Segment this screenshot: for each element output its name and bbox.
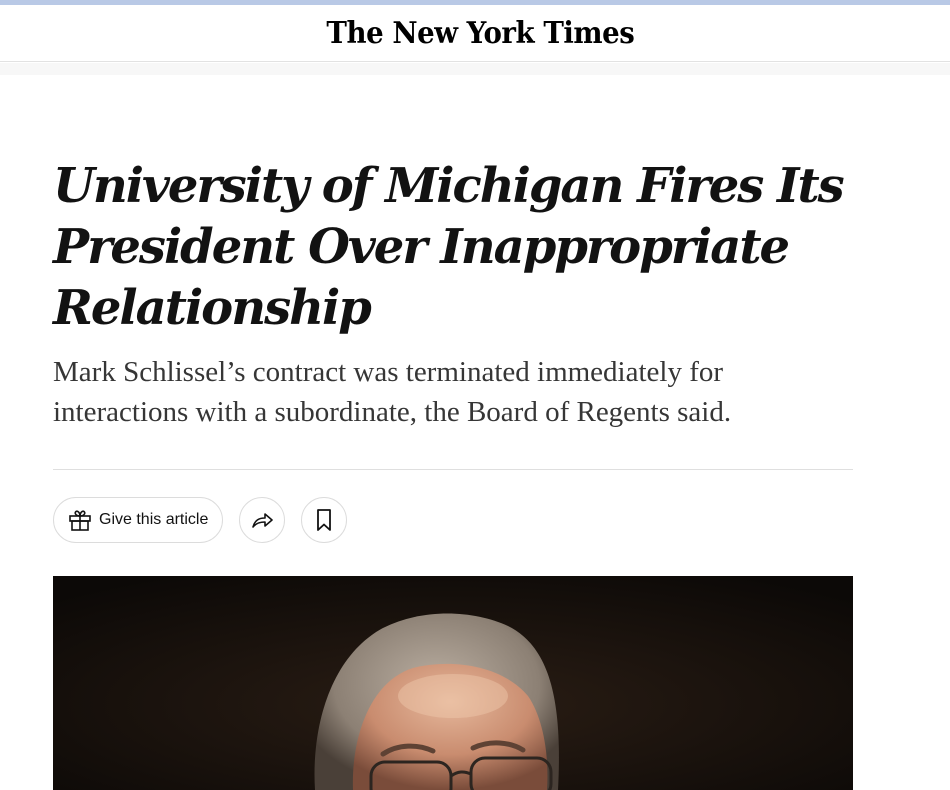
article-headline: University of Michigan Fires Its Preside… [53,158,845,336]
share-tools: Give this article [53,497,348,543]
divider [53,469,853,470]
masthead: The New York Times [0,5,950,62]
portrait-illustration [53,576,853,790]
share-icon [249,507,275,533]
gift-icon [67,507,93,533]
article-hero-photo[interactable] [53,576,853,790]
share-button[interactable] [239,497,286,543]
give-article-button[interactable]: Give this article [53,497,224,543]
give-article-label: Give this article [99,511,209,528]
article-summary: Mark Schlissel’s contract was terminated… [53,356,732,428]
nyt-logo[interactable]: The New York Times [326,16,634,51]
bookmark-icon [313,507,335,533]
save-button[interactable] [301,497,348,543]
header-separator-band [0,63,950,75]
